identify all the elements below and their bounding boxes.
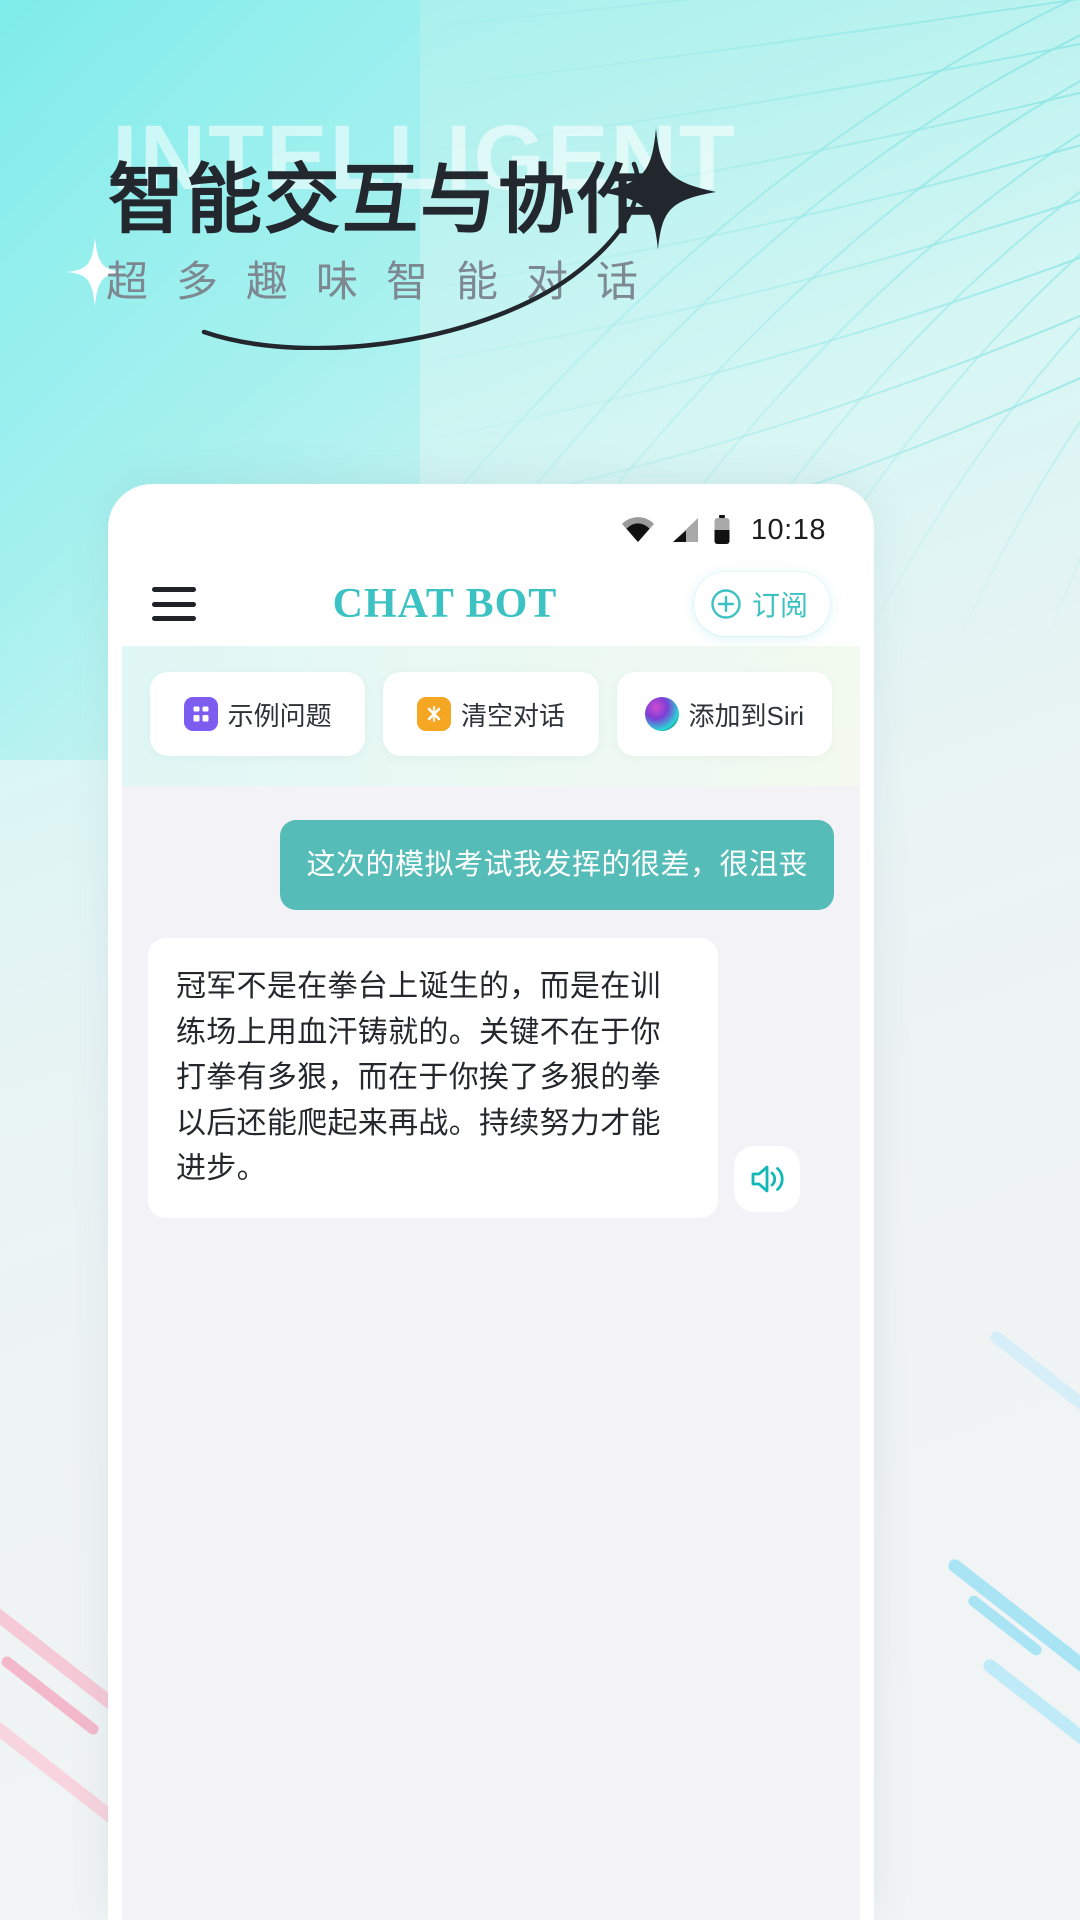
chip-example-questions[interactable]: 示例问题 bbox=[150, 672, 366, 756]
chat-row-bot: 冠军不是在拳台上诞生的，而是在训练场上用血汗铸就的。关键不在于你打拳有多狠，而在… bbox=[148, 938, 834, 1219]
phone-mockup: 10:18 CHAT BOT 订阅 示例问题 清空对话 添加到Siri 这次的模… bbox=[108, 484, 874, 1920]
grid-apps-icon bbox=[183, 697, 218, 731]
quick-action-chips: 示例问题 清空对话 添加到Siri bbox=[122, 646, 860, 786]
chip-add-to-siri[interactable]: 添加到Siri bbox=[616, 672, 832, 756]
plus-circle-icon bbox=[711, 589, 741, 619]
subscribe-button[interactable]: 订阅 bbox=[693, 572, 830, 636]
speaker-volume-icon[interactable] bbox=[734, 1146, 800, 1213]
app-title: CHAT BOT bbox=[332, 581, 558, 627]
chip-label: 清空对话 bbox=[460, 700, 565, 731]
status-bar-time: 10:18 bbox=[750, 513, 826, 546]
hero-section: INTELLIGENT 智能交互与协作 超多趣味智能对话 bbox=[0, 96, 1080, 356]
chat-row-user: 这次的模拟考试我发挥的很差，很沮丧 bbox=[148, 820, 834, 911]
chip-clear-conversation[interactable]: 清空对话 bbox=[383, 672, 599, 756]
page-subtitle: 超多趣味智能对话 bbox=[106, 258, 667, 305]
user-message-bubble: 这次的模拟考试我发挥的很差，很沮丧 bbox=[280, 820, 834, 911]
hamburger-menu-icon[interactable] bbox=[152, 587, 196, 621]
app-bar: CHAT BOT 订阅 bbox=[122, 562, 860, 646]
subscribe-label: 订阅 bbox=[751, 590, 808, 621]
clear-chat-icon bbox=[416, 697, 451, 731]
bot-message-bubble: 冠军不是在拳台上诞生的，而是在训练场上用血汗铸就的。关键不在于你打拳有多狠，而在… bbox=[148, 938, 718, 1219]
chat-message-list[interactable]: 这次的模拟考试我发挥的很差，很沮丧 冠军不是在拳台上诞生的，而是在训练场上用血汗… bbox=[122, 786, 860, 1920]
battery-icon bbox=[714, 515, 730, 544]
chip-label: 添加到Siri bbox=[688, 700, 805, 731]
status-bar: 10:18 bbox=[122, 498, 860, 562]
signal-icon bbox=[672, 518, 698, 542]
phone-screen: 10:18 CHAT BOT 订阅 示例问题 清空对话 添加到Siri 这次的模… bbox=[122, 498, 860, 1920]
siri-orb-icon bbox=[644, 697, 679, 731]
chip-label: 示例问题 bbox=[227, 700, 332, 731]
page-title: 智能交互与协作 bbox=[108, 158, 654, 243]
wifi-icon bbox=[621, 517, 654, 542]
